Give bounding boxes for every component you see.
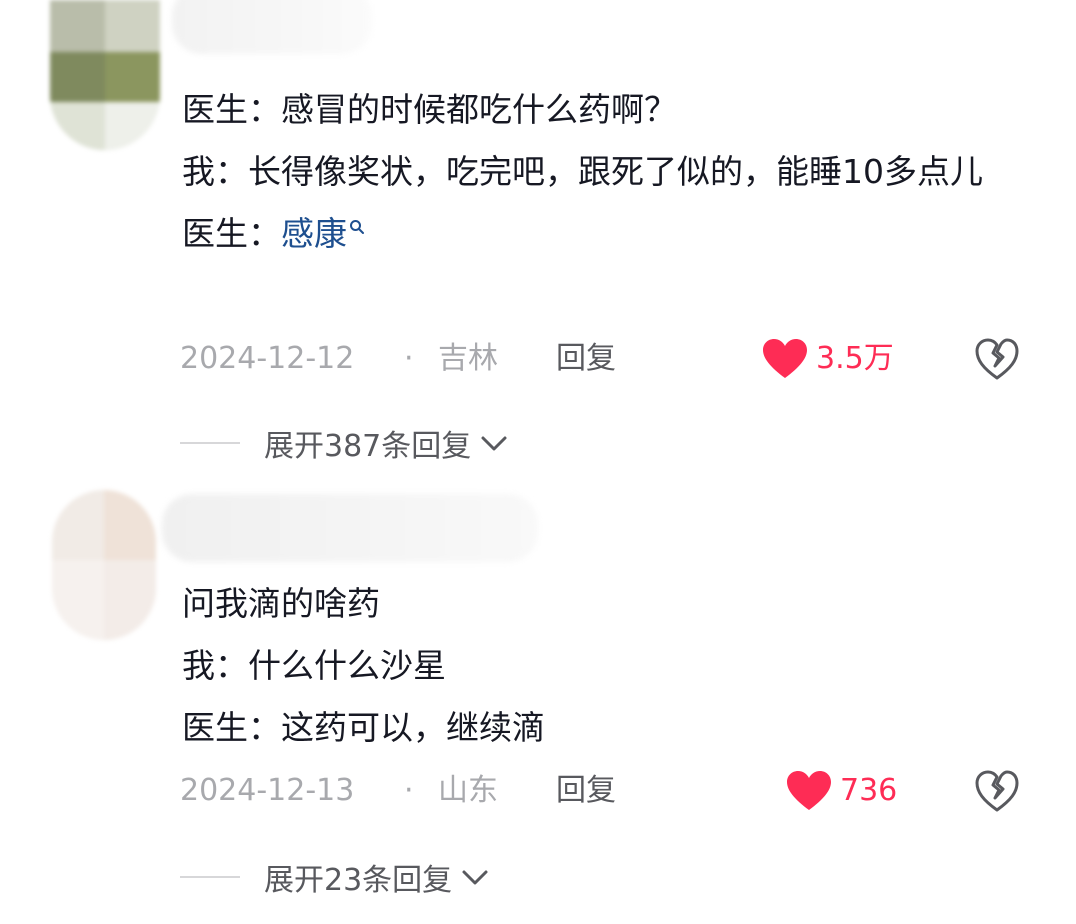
search-icon[interactable] xyxy=(349,219,365,235)
broken-heart-icon[interactable] xyxy=(974,336,1020,382)
username-blurred[interactable] xyxy=(162,494,538,562)
comment-line: 我：长得像奖状，吃完吧，跟死了似的，能睡10多点儿 xyxy=(182,152,983,191)
comment-line: 医生：这药可以，继续滴 xyxy=(182,708,545,747)
avatar[interactable] xyxy=(52,490,156,640)
comment-text: 医生：感冒的时候都吃什么药啊？ 我：长得像奖状，吃完吧，跟死了似的，能睡10多点… xyxy=(182,79,1042,265)
search-link[interactable]: 感康 xyxy=(281,214,347,253)
comment-meta: 2024-12-12 · 吉林 回复 3.5万 xyxy=(180,334,1040,384)
expand-replies-button[interactable]: 展开23条回复 xyxy=(180,852,490,902)
comment-line-prefix: 医生： xyxy=(182,214,281,253)
chevron-down-icon xyxy=(462,870,488,885)
like-count: 3.5万 xyxy=(816,341,894,376)
broken-heart-icon[interactable] xyxy=(974,768,1020,814)
heart-icon xyxy=(787,771,831,810)
comment-region: 吉林 xyxy=(438,341,498,376)
reply-button[interactable]: 回复 xyxy=(556,334,616,384)
comment-line: 我：什么什么沙星 xyxy=(182,646,446,685)
comment-item: 问我滴的啥药 我：什么什么沙星 医生：这药可以，继续滴 2024-12-13 ·… xyxy=(0,480,1076,924)
avatar[interactable] xyxy=(50,0,160,150)
comment-line: 问我滴的啥药 xyxy=(182,584,380,623)
comment-text: 问我滴的啥药 我：什么什么沙星 医生：这药可以，继续滴 xyxy=(182,573,1042,759)
expand-replies-label: 展开387条回复 xyxy=(264,429,472,464)
comment-date: 2024-12-12 xyxy=(180,341,355,376)
comment-date: 2024-12-13 xyxy=(180,773,355,808)
heart-icon xyxy=(763,339,807,378)
expand-replies-button[interactable]: 展开387条回复 xyxy=(180,418,509,468)
comment-line: 医生：感康 xyxy=(182,203,1042,265)
meta-separator: · xyxy=(404,773,414,808)
like-button[interactable]: 736 xyxy=(786,766,897,816)
divider xyxy=(180,442,240,444)
divider xyxy=(180,876,240,878)
like-count: 736 xyxy=(840,773,898,808)
username-blurred[interactable] xyxy=(172,0,372,54)
comment-region: 山东 xyxy=(438,773,498,808)
comment-item: 医生：感冒的时候都吃什么药啊？ 我：长得像奖状，吃完吧，跟死了似的，能睡10多点… xyxy=(0,0,1076,480)
comment-meta: 2024-12-13 · 山东 回复 736 xyxy=(180,766,1040,816)
meta-separator: · xyxy=(404,341,414,376)
expand-replies-label: 展开23条回复 xyxy=(264,863,453,898)
comment-line: 医生：感冒的时候都吃什么药啊？ xyxy=(182,90,677,129)
like-button[interactable]: 3.5万 xyxy=(762,334,894,384)
reply-button[interactable]: 回复 xyxy=(556,766,616,816)
chevron-down-icon xyxy=(481,436,507,451)
